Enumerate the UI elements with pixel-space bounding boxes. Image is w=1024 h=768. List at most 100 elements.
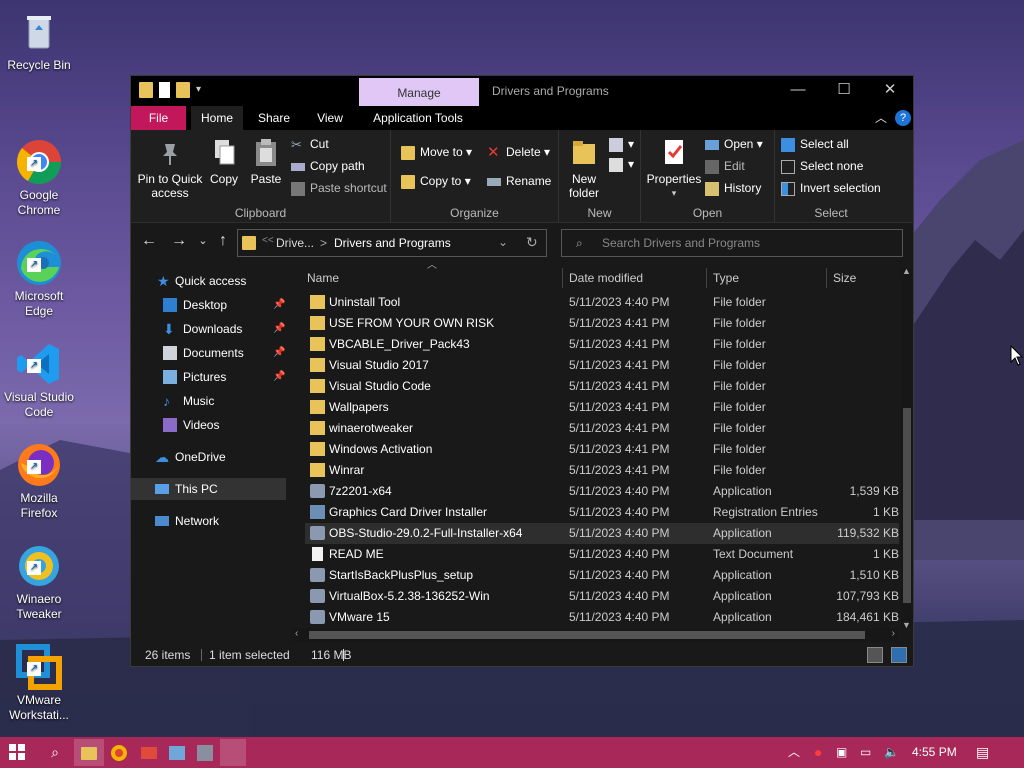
copy-button[interactable]: Copy [205,138,243,186]
record-icon[interactable]: ● [814,737,822,768]
scroll-up-icon[interactable]: ▲ [902,266,911,276]
breadcrumb-drive[interactable]: Drive... [276,236,314,250]
properties-button[interactable]: Properties ▾ [645,138,703,200]
column-header-date[interactable]: Date modified [569,268,643,288]
large-icons-view-icon[interactable] [891,647,907,663]
address-overflow[interactable]: << [262,235,274,246]
taskbar-file-explorer[interactable] [74,739,104,766]
file-row[interactable]: OBS-Studio-29.0.2-Full-Installer-x64 5/11… [305,523,899,544]
nav-onedrive[interactable]: ☁ OneDrive [131,446,286,468]
taskbar-app-2[interactable] [162,739,192,766]
new-item-button[interactable]: ▾ [609,134,634,154]
tab-manage[interactable]: Manage [359,78,479,106]
file-row[interactable]: StartIsBackPlusPlus_setup 5/11/2023 4:40 … [305,565,899,586]
rename-button[interactable]: Rename [487,171,551,191]
nav-network[interactable]: Network [131,510,286,532]
nav-this-pc[interactable]: This PC [131,478,286,500]
start-button[interactable] [2,739,32,766]
open-button[interactable]: Open ▾ [705,134,763,154]
edit-button[interactable]: Edit [705,156,745,176]
nav-desktop[interactable]: Desktop 📌 [131,294,286,316]
nav-music[interactable]: ♪ Music [131,390,286,412]
search-input[interactable]: ⌕ Search Drivers and Programs [561,229,903,257]
refresh-icon[interactable]: ↻ [526,234,538,251]
easy-access-button[interactable]: ▾ [609,154,634,174]
help-icon[interactable]: ? [895,110,911,126]
horizontal-scrollbar[interactable]: ‹ › [291,628,899,642]
details-view-icon[interactable] [867,647,883,663]
file-row[interactable]: USE FROM YOUR OWN RISK 5/11/2023 4:41 PM F… [305,313,899,334]
nav-downloads[interactable]: ⬇ Downloads 📌 [131,318,286,340]
scroll-down-icon[interactable]: ▼ [902,620,911,630]
new-folder-icon[interactable] [176,82,190,98]
file-row[interactable]: Visual Studio 2017 5/11/2023 4:41 PM File … [305,355,899,376]
copy-to-button[interactable]: Copy to ▾ [401,171,471,191]
file-row[interactable]: Winrar 5/11/2023 4:41 PM File folder [305,460,899,481]
paste-shortcut-button[interactable]: Paste shortcut [291,178,387,198]
pin-to-quick-access-button[interactable]: Pin to Quick access [137,138,203,200]
file-row[interactable]: Graphics Card Driver Installer 5/11/2023 … [305,502,899,523]
meet-now-icon[interactable]: ▣ [836,737,847,768]
file-row[interactable]: Visual Studio Code 5/11/2023 4:41 PM File … [305,376,899,397]
show-hidden-icons[interactable]: ︿ [788,737,800,768]
close-button[interactable]: ✕ [867,76,913,106]
paste-button[interactable]: Paste [247,138,285,186]
nav-pictures[interactable]: Pictures 📌 [131,366,286,388]
column-separator[interactable] [706,268,707,288]
scroll-right-icon[interactable]: › [892,628,895,639]
nav-documents[interactable]: Documents 📌 [131,342,286,364]
delete-button[interactable]: ✕ Delete ▾ [487,142,550,162]
tab-application-tools[interactable]: Application Tools [363,106,473,130]
volume-icon[interactable]: 🔈 [884,737,899,768]
file-row[interactable]: 7z2201-x64 5/11/2023 4:40 PM Application 1,… [305,481,899,502]
up-button[interactable]: ↑ [213,232,233,250]
select-none-button[interactable]: Select none [781,156,863,176]
collapse-ribbon-icon[interactable]: ︿ [871,106,891,130]
search-button[interactable]: ⌕ [40,739,70,766]
scrollbar-thumb[interactable] [903,408,911,603]
file-row[interactable]: Windows Activation 5/11/2023 4:41 PM File … [305,439,899,460]
desktop-icon-vmware[interactable]: ↗ VMware Workstati... [2,613,76,738]
file-row[interactable]: winaerotweaker 5/11/2023 4:41 PM File fold… [305,418,899,439]
file-row[interactable]: Uninstall Tool 5/11/2023 4:40 PM File fold… [305,292,899,313]
notifications-icon[interactable]: ▤ [976,737,989,768]
recent-locations-button[interactable]: ⌄ [193,234,213,247]
tab-home[interactable]: Home [191,106,243,130]
move-to-button[interactable]: Move to ▾ [401,142,472,162]
pin-icon[interactable]: 📌 [273,342,285,364]
properties-icon[interactable] [159,82,170,98]
minimize-button[interactable]: — [775,76,821,106]
scroll-left-icon[interactable]: ‹ [295,628,298,639]
taskbar-app-4[interactable] [220,739,246,766]
column-header-type[interactable]: Type [713,268,739,288]
back-button[interactable]: ← [139,232,159,250]
network-icon[interactable]: ▭ [860,737,871,768]
tab-file[interactable]: File [131,106,186,130]
tab-share[interactable]: Share [251,106,297,130]
desktop-icon-recycle-bin[interactable]: Recycle Bin [2,8,76,73]
cut-button[interactable]: ✂ Cut [291,134,329,154]
select-all-button[interactable]: Select all [781,134,849,154]
forward-button[interactable]: → [169,232,189,250]
new-folder-button[interactable]: New folder [559,138,609,200]
nav-videos[interactable]: Videos [131,414,286,436]
column-separator[interactable] [562,268,563,288]
customize-qat-icon[interactable]: ▾ [196,82,208,98]
column-separator[interactable] [826,268,827,288]
maximize-button[interactable]: ☐ [821,76,867,106]
file-row[interactable]: VMware 15 5/11/2023 4:40 PM Application 184… [305,607,899,628]
scrollbar-thumb[interactable] [309,631,865,639]
breadcrumb-current[interactable]: Drivers and Programs [334,236,451,250]
copy-path-button[interactable]: Copy path [291,156,365,176]
pin-icon[interactable]: 📌 [273,294,285,316]
pin-icon[interactable]: 📌 [273,366,285,388]
column-header-size[interactable]: Size [833,268,856,288]
tab-view[interactable]: View [307,106,353,130]
clock[interactable]: 4:55 PM [912,737,957,768]
pin-icon[interactable]: 📌 [273,318,285,340]
file-row[interactable]: READ ME 5/11/2023 4:40 PM Text Document 1 K… [305,544,899,565]
taskbar-app-3[interactable] [190,739,220,766]
taskbar-app-1[interactable] [134,739,164,766]
nav-quick-access[interactable]: ★ Quick access [131,270,286,292]
file-row[interactable]: VirtualBox-5.2.38-136252-Win 5/11/2023 4:… [305,586,899,607]
